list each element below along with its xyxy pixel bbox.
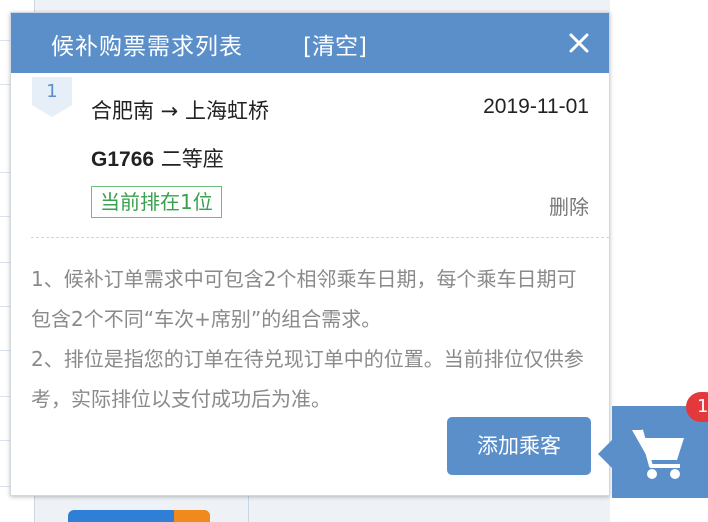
- ticket-route: 合肥南 → 上海虹桥: [91, 99, 269, 123]
- queue-status-badge: 当前排在1位: [91, 186, 222, 218]
- background-divider: [248, 496, 249, 522]
- add-passenger-button[interactable]: 添加乘客: [447, 417, 591, 475]
- train-number: G1766: [91, 148, 155, 171]
- notes: 1、候补订单需求中可包含2个相邻乘车日期，每个乘车日期可包含2个不同“车次+席别…: [31, 259, 591, 419]
- panel-title: 候补购票需求列表: [51, 34, 243, 60]
- background-button-tag: [174, 510, 210, 522]
- cart-count-badge: 1: [686, 392, 708, 422]
- seat-class: 二等座: [160, 147, 224, 171]
- cart-icon: [632, 429, 684, 479]
- cart-pointer: [598, 440, 612, 468]
- ticket-index: 1: [46, 81, 58, 102]
- ticket-date: 2019-11-01: [483, 95, 589, 118]
- waitlist-panel: 候补购票需求列表 [清空] 1 合肥南 → 上海虹桥 2019-11-01 G1…: [10, 12, 610, 496]
- close-icon[interactable]: [567, 31, 591, 55]
- note-item: 1、候补订单需求中可包含2个相邻乘车日期，每个乘车日期可包含2个不同“车次+席别…: [31, 267, 577, 331]
- note-item: 2、排位是指您的订单在待兑现订单中的位置。当前排位仅供参考，实际排位以支付成功后…: [31, 347, 584, 411]
- delete-button[interactable]: 删除: [549, 191, 589, 220]
- dashed-divider: [31, 237, 609, 238]
- panel-header: 候补购票需求列表 [清空]: [11, 13, 609, 73]
- train-info: G1766 二等座: [91, 143, 224, 173]
- clear-button[interactable]: [清空]: [303, 27, 367, 61]
